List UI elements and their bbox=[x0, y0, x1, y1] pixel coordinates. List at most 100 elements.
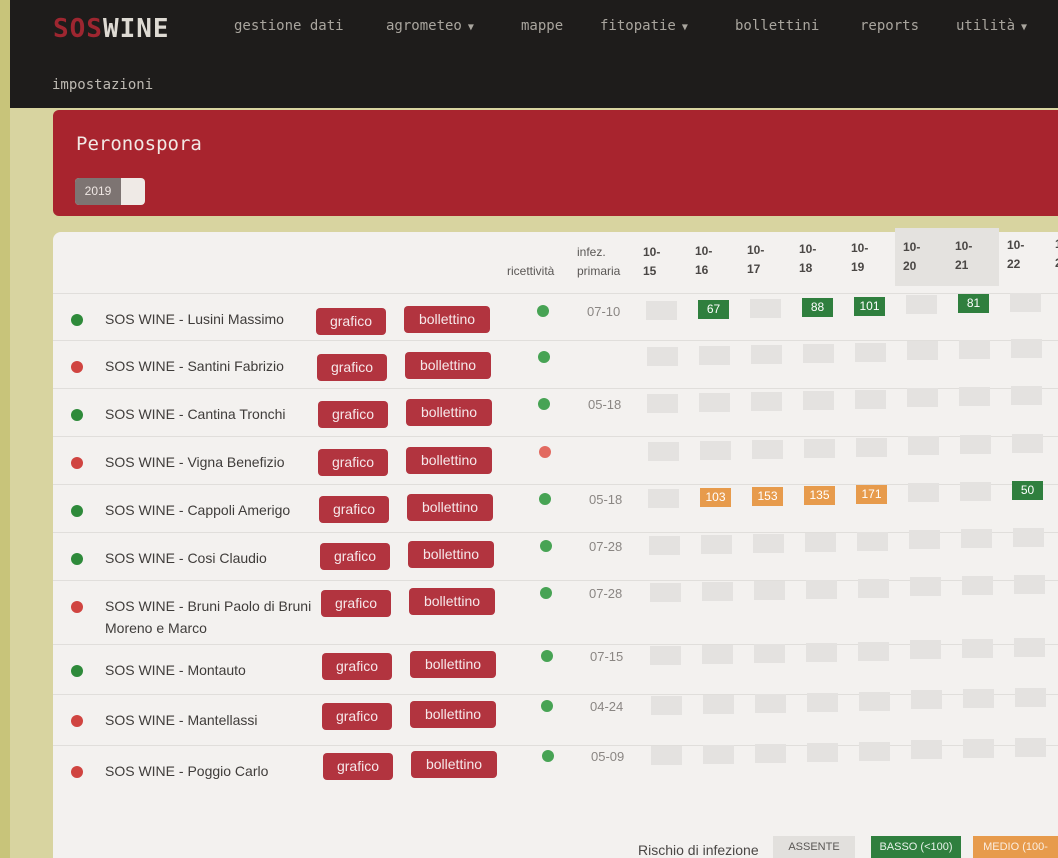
risk-cell bbox=[1010, 293, 1041, 312]
chevron-down-icon: ▼ bbox=[1021, 22, 1028, 33]
bollettino-button[interactable]: bollettino bbox=[406, 399, 492, 426]
risk-cell bbox=[647, 347, 678, 366]
risk-cell bbox=[754, 644, 785, 663]
risk-cell bbox=[648, 489, 679, 508]
nav-gestione-dati[interactable]: gestione dati bbox=[234, 18, 344, 34]
risk-cell: 135 bbox=[804, 486, 835, 505]
risk-cell: 67 bbox=[698, 300, 729, 319]
bollettino-button[interactable]: bollettino bbox=[410, 651, 496, 678]
risk-cell bbox=[755, 694, 786, 713]
ricettivita-dot bbox=[539, 446, 551, 458]
day-header-day: 18 bbox=[799, 261, 813, 275]
risk-cell bbox=[648, 442, 679, 461]
day-header: 10- 21 bbox=[955, 237, 972, 275]
infez-date: 04-24 bbox=[590, 699, 624, 714]
farm-name: SOS WINE - Cappoli Amerigo bbox=[105, 502, 291, 518]
risk-cell bbox=[703, 745, 734, 764]
risk-cell bbox=[1015, 738, 1046, 757]
nav-utilita[interactable]: utilità ▼ bbox=[956, 18, 1027, 34]
grafico-button[interactable]: grafico bbox=[318, 449, 388, 476]
top-navbar: SOSWINE gestione dati agrometeo ▼ mappe f… bbox=[10, 0, 1058, 108]
risk-cell: 171 bbox=[856, 485, 887, 504]
farm-name: SOS WINE - Bruni Paolo di Bruni Moreno e… bbox=[105, 598, 312, 636]
risk-cell bbox=[650, 646, 681, 665]
status-dot bbox=[71, 715, 83, 727]
grafico-button[interactable]: grafico bbox=[323, 753, 393, 780]
grafico-button[interactable]: grafico bbox=[321, 590, 391, 617]
grafico-button[interactable]: grafico bbox=[320, 543, 390, 570]
farm-name: SOS WINE - Vigna Benefizio bbox=[105, 454, 285, 470]
nav-mappe[interactable]: mappe bbox=[521, 18, 563, 34]
day-header-month: 10- bbox=[955, 239, 973, 253]
ricettivita-dot bbox=[537, 305, 549, 317]
risk-table-panel: ricettività infez. primaria 10- 15 10- 16 10… bbox=[53, 228, 1058, 858]
risk-cell bbox=[651, 696, 682, 715]
bollettino-button[interactable]: bollettino bbox=[406, 447, 492, 474]
infez-date: 05-18 bbox=[589, 492, 623, 507]
nav-reports[interactable]: reports bbox=[860, 18, 919, 34]
chevron-down-icon: ▼ bbox=[467, 22, 474, 33]
status-dot bbox=[71, 361, 83, 373]
year-selector[interactable]: 2019 bbox=[75, 178, 145, 205]
risk-cell bbox=[1014, 638, 1045, 657]
risk-cell bbox=[857, 532, 888, 551]
infez-date: 05-18 bbox=[588, 397, 622, 412]
day-header-month: 10- bbox=[643, 245, 661, 259]
brand-sos: SOS bbox=[53, 14, 103, 44]
header-ricettivita: ricettività bbox=[507, 264, 555, 278]
farm-name: SOS WINE - Lusini Massimo bbox=[105, 311, 284, 327]
nav-agrometeo[interactable]: agrometeo ▼ bbox=[386, 18, 474, 34]
status-dot bbox=[71, 766, 83, 778]
risk-cell: 81 bbox=[958, 294, 989, 313]
risk-cell bbox=[1012, 434, 1043, 453]
farm-name: SOS WINE - Poggio Carlo bbox=[105, 763, 269, 779]
status-dot bbox=[71, 457, 83, 469]
risk-cell bbox=[751, 392, 782, 411]
risk-cell bbox=[911, 690, 942, 709]
grafico-button[interactable]: grafico bbox=[317, 354, 387, 381]
risk-cell bbox=[1011, 386, 1042, 405]
legend-item: BASSO (<100) bbox=[871, 836, 961, 858]
farm-name: SOS WINE - Montauto bbox=[105, 662, 246, 678]
risk-cell bbox=[755, 744, 786, 763]
risk-cell bbox=[855, 390, 886, 409]
bollettino-button[interactable]: bollettino bbox=[409, 588, 495, 615]
ricettivita-dot bbox=[538, 351, 550, 363]
day-header-month: 10- bbox=[903, 240, 921, 254]
risk-cell bbox=[910, 577, 941, 596]
risk-cell: 101 bbox=[854, 297, 885, 316]
brand-logo[interactable]: SOSWINE bbox=[53, 14, 170, 44]
infez-date: 07-28 bbox=[589, 586, 623, 601]
risk-cell bbox=[859, 742, 890, 761]
infez-date: 05-09 bbox=[591, 749, 625, 764]
risk-cell bbox=[962, 576, 993, 595]
nav-bollettini[interactable]: bollettini bbox=[735, 18, 819, 34]
grafico-button[interactable]: grafico bbox=[316, 308, 386, 335]
risk-cell bbox=[962, 639, 993, 658]
day-header: 10- 20 bbox=[903, 238, 920, 276]
bollettino-button[interactable]: bollettino bbox=[404, 306, 490, 333]
day-header: 10- 22 bbox=[1007, 236, 1024, 274]
bollettino-button[interactable]: bollettino bbox=[410, 701, 496, 728]
bollettino-button[interactable]: bollettino bbox=[408, 541, 494, 568]
day-header-day: 15 bbox=[643, 264, 657, 278]
day-header-day: 20 bbox=[903, 259, 917, 273]
header-infez-primaria: infez. primaria bbox=[577, 245, 621, 278]
day-header-month: 10- bbox=[1007, 238, 1025, 252]
day-header: 10- 18 bbox=[799, 240, 816, 278]
status-dot bbox=[71, 601, 83, 613]
grafico-button[interactable]: grafico bbox=[319, 496, 389, 523]
day-header: 10- 19 bbox=[851, 239, 868, 277]
grafico-button[interactable]: grafico bbox=[322, 703, 392, 730]
nav-impostazioni[interactable]: impostazioni bbox=[52, 77, 153, 93]
risk-cell bbox=[806, 580, 837, 599]
risk-cell bbox=[646, 301, 677, 320]
risk-cell bbox=[649, 536, 680, 555]
bollettino-button[interactable]: bollettino bbox=[405, 352, 491, 379]
risk-cell bbox=[751, 345, 782, 364]
bollettino-button[interactable]: bollettino bbox=[411, 751, 497, 778]
grafico-button[interactable]: grafico bbox=[322, 653, 392, 680]
bollettino-button[interactable]: bollettino bbox=[407, 494, 493, 521]
grafico-button[interactable]: grafico bbox=[318, 401, 388, 428]
nav-fitopatie[interactable]: fitopatie ▼ bbox=[600, 18, 688, 34]
